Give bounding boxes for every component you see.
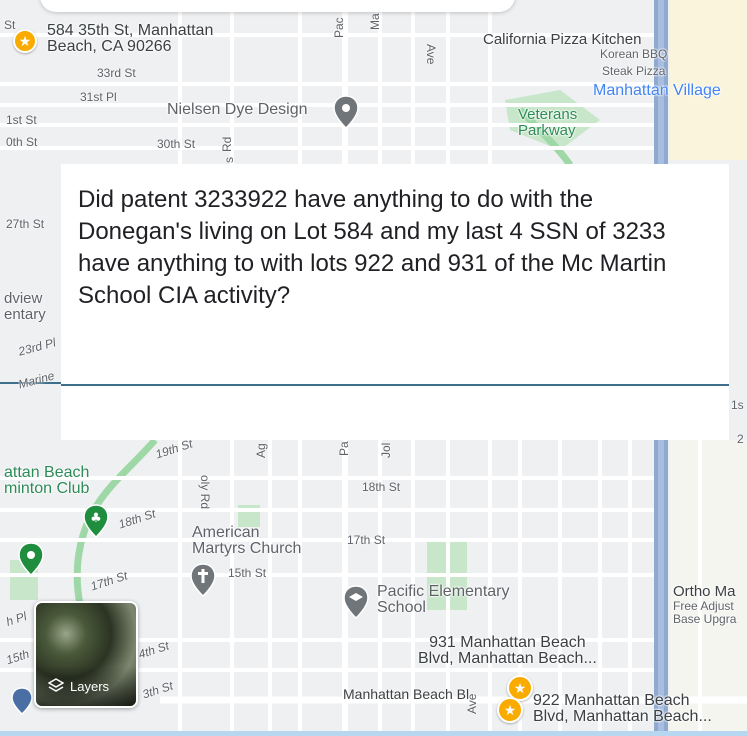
street-label-holy-rd: oly Rd: [198, 475, 212, 510]
school-pin-icon[interactable]: [342, 584, 370, 620]
place-584-line2: Beach, CA 90266: [47, 38, 172, 55]
street-label-30th-left: 0th St: [6, 135, 38, 149]
place-ortho[interactable]: Ortho Ma Free Adjust Base Upgra: [673, 584, 736, 626]
martyrs-line1: American: [192, 524, 260, 541]
dview-line1: dview: [4, 290, 43, 307]
street-label-jol: Jol: [379, 442, 393, 458]
star-pin-584[interactable]: ★: [13, 29, 37, 53]
street-label-33rd: 33rd St: [97, 66, 136, 80]
street-label-30th: 30th St: [157, 137, 196, 151]
place-manhattan-village[interactable]: Manhattan Village: [593, 83, 721, 99]
place-korean-bbq: Korean BBQ: [600, 47, 668, 61]
ortho-line3: Base Upgra: [673, 612, 737, 626]
street-label-ave-bottom: Ave: [465, 693, 479, 714]
street-label-ma-top: Ma: [368, 13, 382, 30]
street-label-mb-blvd: Manhattan Beach Bl: [343, 686, 470, 702]
dview-line2: entary: [4, 306, 46, 323]
church-pin-icon[interactable]: [189, 562, 217, 598]
place-nielsen[interactable]: Nielsen Dye Design: [167, 102, 308, 118]
card-divider: [61, 384, 729, 386]
pacific-line1: Pacific Elementary: [377, 583, 510, 600]
bottom-left-pin-icon[interactable]: [10, 686, 34, 716]
search-bar-edge: [40, 0, 515, 12]
question-text: Did patent 3233922 have anything to do w…: [78, 186, 667, 309]
veterans-line2: Parkway: [518, 122, 576, 139]
pacific-line2: School: [377, 599, 426, 616]
place-california-pizza[interactable]: California Pizza Kitchen: [483, 32, 641, 48]
place-badminton-club[interactable]: attan Beach minton Club: [4, 465, 89, 497]
street-label-31st-pl: 31st Pl: [80, 90, 117, 104]
place-584-address[interactable]: 584 35th St, Manhattan Beach, CA 90266: [47, 23, 213, 55]
street-label-ave-top: Ave: [424, 44, 438, 65]
street-label-17th: 17th St: [347, 533, 386, 547]
ortho-line1: Ortho Ma: [673, 583, 736, 600]
badminton-line1: attan Beach: [4, 464, 90, 481]
place-922-line1: 922 Manhattan Beach: [533, 692, 690, 709]
street-label-pac-top: Pac: [332, 17, 346, 38]
place-pacific-elementary[interactable]: Pacific Elementary School: [377, 584, 510, 616]
place-922-line2: Blvd, Manhattan Beach...: [533, 708, 712, 725]
place-931-address[interactable]: 931 Manhattan Beach Blvd, Manhattan Beac…: [418, 635, 597, 667]
street-label-right-2: 2: [737, 432, 744, 446]
place-931-line1: 931 Manhattan Beach: [429, 634, 586, 651]
place-steak-pizza: Steak Pizza: [602, 64, 666, 78]
street-label-pa-mid: Pa: [337, 441, 351, 456]
question-card: Did patent 3233922 have anything to do w…: [61, 164, 729, 440]
layers-icon: [48, 678, 64, 692]
street-label-15th: 15th St: [228, 566, 267, 580]
place-veterans-parkway[interactable]: Veterans Parkway: [518, 107, 577, 139]
place-931-line2: Blvd, Manhattan Beach...: [418, 650, 597, 667]
veterans-line1: Veterans: [518, 106, 578, 123]
star-pin-922[interactable]: ★: [497, 697, 523, 723]
park-pin-icon[interactable]: [17, 541, 45, 577]
street-label-31st: 1st St: [6, 113, 37, 127]
tennis-pin-icon[interactable]: ♣: [82, 503, 110, 539]
place-922-address[interactable]: 922 Manhattan Beach Blvd, Manhattan Beac…: [533, 693, 712, 725]
street-label-18th: 18th St: [362, 480, 401, 494]
place-dview-elementary[interactable]: dview entary: [4, 291, 46, 323]
layers-button[interactable]: Layers: [34, 601, 138, 708]
street-label-right-1s: 1s: [731, 398, 744, 412]
place-584-line1: 584 35th St, Manhattan: [47, 22, 214, 39]
martyrs-line2: Martyrs Church: [192, 540, 302, 557]
street-label-st-top: St: [4, 18, 16, 32]
street-label-27th: 27th St: [6, 217, 45, 231]
layers-label: Layers: [70, 679, 110, 694]
place-american-martyrs[interactable]: American Martyrs Church: [192, 525, 301, 557]
street-label-rd-30th: Rd: [220, 136, 234, 152]
svg-text:♣: ♣: [90, 511, 102, 526]
street-label-s-30th: s: [222, 157, 236, 163]
street-label-ag: Ag: [254, 443, 268, 458]
badminton-line2: minton Club: [4, 480, 90, 497]
map-pin-icon[interactable]: [332, 94, 360, 130]
